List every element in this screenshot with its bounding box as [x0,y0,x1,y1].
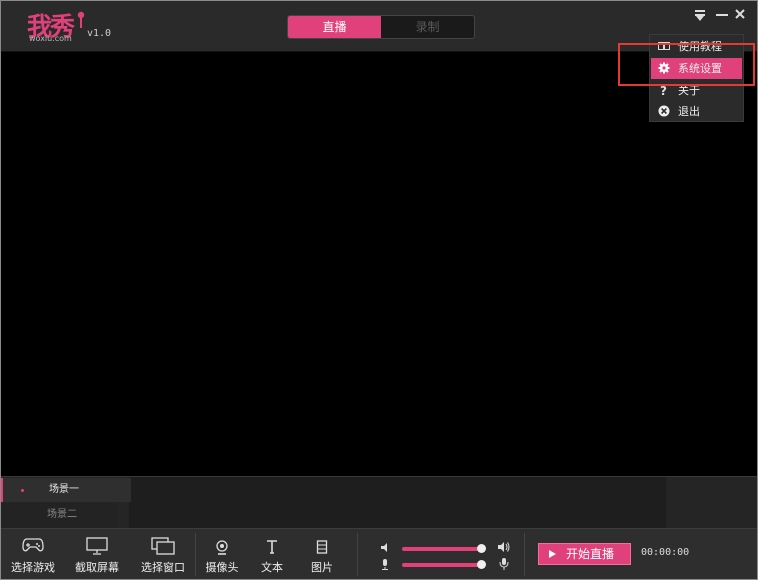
scene-label-2: 场景二 [47,509,77,520]
active-dot-icon [21,489,24,492]
select-game-label: 选择游戏 [11,561,55,574]
image-icon [316,540,328,554]
mic-small-icon [382,559,388,570]
version-label: v1.0 [87,28,112,39]
scene-item-2[interactable]: 场景二 [1,503,129,527]
toolbar-divider [195,533,196,576]
mic-volume-knob[interactable] [477,560,486,569]
app-window: 我秀 woxiu.com v1.0 直播 录制 使用教程 系统设置 ? 关于 退… [0,0,758,580]
camera-button[interactable]: 摄像头 [201,529,243,579]
menu-item-exit[interactable]: 退出 [651,101,742,122]
start-live-button[interactable]: 开始直播 [538,543,631,565]
play-icon [549,550,556,558]
window-icon [151,537,175,555]
mode-tabs: 直播 录制 [287,15,475,39]
image-button[interactable]: 图片 [301,529,343,579]
speaker-loud-icon [498,542,510,552]
scene-item-1[interactable]: 场景一 [1,478,131,502]
logo-subtext: woxiu.com [29,34,72,43]
scene-panel: 场景一 场景二 [1,476,757,529]
preview-canvas[interactable] [1,52,757,476]
live-timer: 00:00:00 [641,547,690,558]
app-logo: 我秀 woxiu.com [27,9,87,45]
toolbar-divider [357,533,358,576]
microphone-logo-icon [77,11,85,28]
bottom-toolbar: 选择游戏 截取屏幕 选择窗口 摄像头 文本 图片 开始直播 00:00:00 [1,528,757,579]
image-label: 图片 [311,561,333,574]
select-window-button[interactable]: 选择窗口 [135,529,191,579]
camera-label: 摄像头 [205,561,239,574]
gamepad-icon [22,538,44,552]
select-window-label: 选择窗口 [141,561,185,574]
capture-screen-button[interactable]: 截取屏幕 [71,529,123,579]
speaker-volume-slider[interactable] [402,547,482,551]
speaker-small-icon [381,543,387,552]
highlight-annotation [618,43,755,86]
close-icon[interactable] [733,7,747,21]
menu-icon[interactable] [693,7,707,21]
capture-screen-label: 截取屏幕 [75,561,119,574]
speaker-volume-knob[interactable] [477,544,486,553]
text-icon [267,540,277,554]
monitor-icon [86,537,108,555]
close-circle-icon [658,105,670,117]
scene-list: 场景一 场景二 [1,477,131,529]
text-label: 文本 [261,561,283,574]
start-live-label: 开始直播 [566,547,615,561]
tab-record[interactable]: 录制 [381,16,474,38]
scene-label-1: 场景一 [49,484,79,495]
minimize-icon[interactable] [715,7,729,21]
text-button[interactable]: 文本 [251,529,293,579]
mic-loud-icon [499,558,509,570]
mic-volume-slider[interactable] [402,563,482,567]
menu-label-exit: 退出 [678,105,700,118]
select-game-button[interactable]: 选择游戏 [7,529,59,579]
scene-side-panel [666,477,757,529]
tab-live[interactable]: 直播 [288,16,381,38]
toolbar-divider [524,533,525,576]
webcam-icon [216,540,228,555]
